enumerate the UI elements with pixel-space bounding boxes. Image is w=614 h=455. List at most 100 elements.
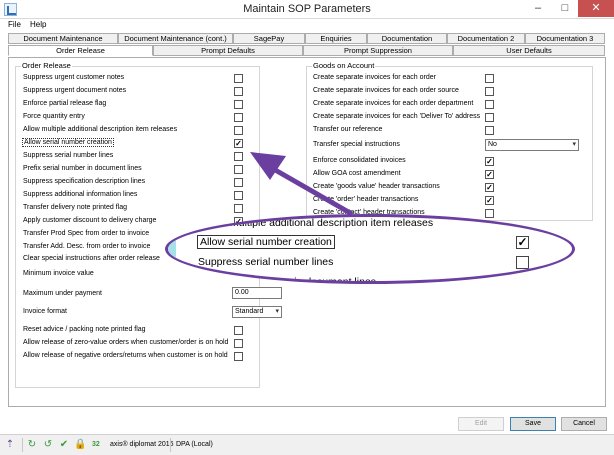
tab-strip: Document Maintenance Document Maintenanc… <box>8 33 606 57</box>
option-label: Enforce consolidated invoices <box>313 157 406 164</box>
option-label: Create 'order' header transactions <box>313 196 419 203</box>
tab-prompt-suppression[interactable]: Prompt Suppression <box>303 45 453 56</box>
menu-help[interactable]: Help <box>30 20 46 29</box>
option-label: Allow serial number creation <box>22 138 114 147</box>
invoice-format-select[interactable]: Standard ▾ <box>232 306 282 318</box>
refresh-icon[interactable]: ↻ <box>26 439 38 451</box>
special-instructions-select[interactable]: No ▾ <box>485 139 579 151</box>
option-checkbox-checked[interactable]: ✓ <box>485 196 494 205</box>
save-button[interactable]: Save <box>510 417 556 431</box>
status-database: DPA (Local) <box>176 441 213 448</box>
option-label: Clear special instructions after order r… <box>23 255 160 262</box>
minimize-button[interactable]: – <box>525 0 551 17</box>
edit-button[interactable]: Edit <box>458 417 504 431</box>
option-checkbox[interactable] <box>485 100 494 109</box>
option-checkbox[interactable] <box>234 204 243 213</box>
option-label: Suppress urgent document notes <box>23 87 127 94</box>
zoom-callout: multiple additional description item rel… <box>165 214 575 284</box>
tab-documentation[interactable]: Documentation <box>367 33 447 44</box>
tab-user-defaults[interactable]: User Defaults <box>453 45 605 56</box>
zoom-row-focused: Allow serial number creation <box>197 235 335 249</box>
cancel-button[interactable]: Cancel <box>561 417 607 431</box>
reload-icon[interactable]: ↺ <box>42 439 54 451</box>
goods-on-account-title: Goods on Account <box>312 61 376 70</box>
option-label: Create 'goods value' header transactions <box>313 183 440 190</box>
option-checkbox[interactable] <box>485 113 494 122</box>
option-checkbox-checked[interactable]: ✓ <box>485 170 494 179</box>
order-release-title: Order Release <box>21 61 72 70</box>
option-checkbox-checked[interactable]: ✓ <box>234 139 243 148</box>
min-invoice-value-label: Minimum invoice value <box>23 270 94 277</box>
option-label: Create separate invoices for each order … <box>313 87 459 94</box>
option-checkbox[interactable] <box>485 87 494 96</box>
chevron-down-icon: ▾ <box>572 141 576 148</box>
option-checkbox[interactable] <box>234 152 243 161</box>
option-label: Allow GOA cost amendment <box>313 170 401 177</box>
tab-prompt-defaults[interactable]: Prompt Defaults <box>153 45 303 56</box>
tab-enquiries[interactable]: Enquiries <box>305 33 367 44</box>
menu-bar: File Help <box>0 19 614 32</box>
option-checkbox[interactable] <box>234 191 243 200</box>
close-button[interactable]: ✕ <box>578 0 614 17</box>
tab-sagepay[interactable]: SagePay <box>233 33 305 44</box>
option-checkbox[interactable] <box>485 126 494 135</box>
chevron-down-icon: ▾ <box>275 308 279 315</box>
option-checkbox[interactable] <box>234 178 243 187</box>
option-checkbox[interactable] <box>485 209 494 218</box>
invoice-format-label: Invoice format <box>23 308 67 315</box>
option-label: Transfer Add. Desc. from order to invoic… <box>23 243 151 250</box>
option-checkbox[interactable] <box>234 352 243 361</box>
option-label: Prefix serial number in document lines <box>23 165 142 172</box>
zoom-checkbox <box>516 256 529 269</box>
option-checkbox[interactable] <box>234 74 243 83</box>
option-checkbox[interactable] <box>234 100 243 109</box>
option-checkbox[interactable] <box>234 87 243 96</box>
invoice-format-value: Standard <box>235 308 264 315</box>
zoom-row-next: Suppress serial number lines <box>198 256 334 268</box>
max-under-payment-label: Maximum under payment <box>23 290 102 297</box>
max-under-payment-input[interactable]: 0.00 <box>232 287 282 299</box>
option-label: Create separate invoices for each order <box>313 74 436 81</box>
status-count: 32 <box>92 441 100 448</box>
tab-document-maintenance[interactable]: Document Maintenance <box>8 33 118 44</box>
lock-icon[interactable]: 🔒 <box>74 439 86 451</box>
status-divider <box>22 438 23 452</box>
option-checkbox[interactable] <box>234 126 243 135</box>
option-label: Allow multiple additional description it… <box>23 126 178 133</box>
option-label: Transfer our reference <box>313 126 383 133</box>
option-checkbox[interactable] <box>234 339 243 348</box>
option-checkbox-checked[interactable]: ✓ <box>485 157 494 166</box>
status-product: axis® diplomat 2016 <box>110 441 174 448</box>
option-label: Create separate invoices for each 'Deliv… <box>313 113 481 120</box>
tab-document-maintenance-cont[interactable]: Document Maintenance (cont.) <box>118 33 233 44</box>
zoom-row-partial: multiple additional description item rel… <box>230 217 434 229</box>
option-label: Transfer Prod Spec from order to invoice <box>23 230 150 237</box>
option-checkbox[interactable] <box>234 326 243 335</box>
option-checkbox-checked[interactable]: ✓ <box>485 183 494 192</box>
option-checkbox[interactable] <box>234 165 243 174</box>
option-checkbox[interactable] <box>485 74 494 83</box>
tab-order-release[interactable]: Order Release <box>8 45 153 56</box>
option-label: Suppress serial number lines <box>23 152 114 159</box>
option-label: Allow release of zero-value orders when … <box>23 339 229 346</box>
option-label: Apply customer discount to delivery char… <box>23 217 157 224</box>
menu-file[interactable]: File <box>8 20 21 29</box>
title-bar: Maintain SOP Parameters – □ ✕ <box>0 0 614 19</box>
status-divider <box>170 438 171 452</box>
tab-documentation-3[interactable]: Documentation 3 <box>525 33 605 44</box>
option-checkbox[interactable] <box>234 113 243 122</box>
option-label: Enforce partial release flag <box>23 100 107 107</box>
option-label: Suppress additional information lines <box>23 191 138 198</box>
upload-icon[interactable]: ⇡ <box>4 439 16 451</box>
tab-documentation-2[interactable]: Documentation 2 <box>447 33 525 44</box>
option-label: Transfer delivery note printed flag <box>23 204 128 211</box>
special-instructions-label: Transfer special instructions <box>313 141 400 148</box>
option-label: Allow release of negative orders/returns… <box>23 352 228 359</box>
maximize-button[interactable]: □ <box>552 0 578 17</box>
zoom-checkbox-checked: ✓ <box>516 235 529 249</box>
status-bar: ⇡ ↻ ↺ ✔ 🔒 32 axis® diplomat 2016 DPA (Lo… <box>0 434 614 455</box>
check-icon[interactable]: ✔ <box>58 439 70 451</box>
window-title: Maintain SOP Parameters <box>243 3 371 15</box>
option-label: Create separate invoices for each order … <box>313 100 474 107</box>
option-label: Reset advice / packing note printed flag <box>23 326 146 333</box>
